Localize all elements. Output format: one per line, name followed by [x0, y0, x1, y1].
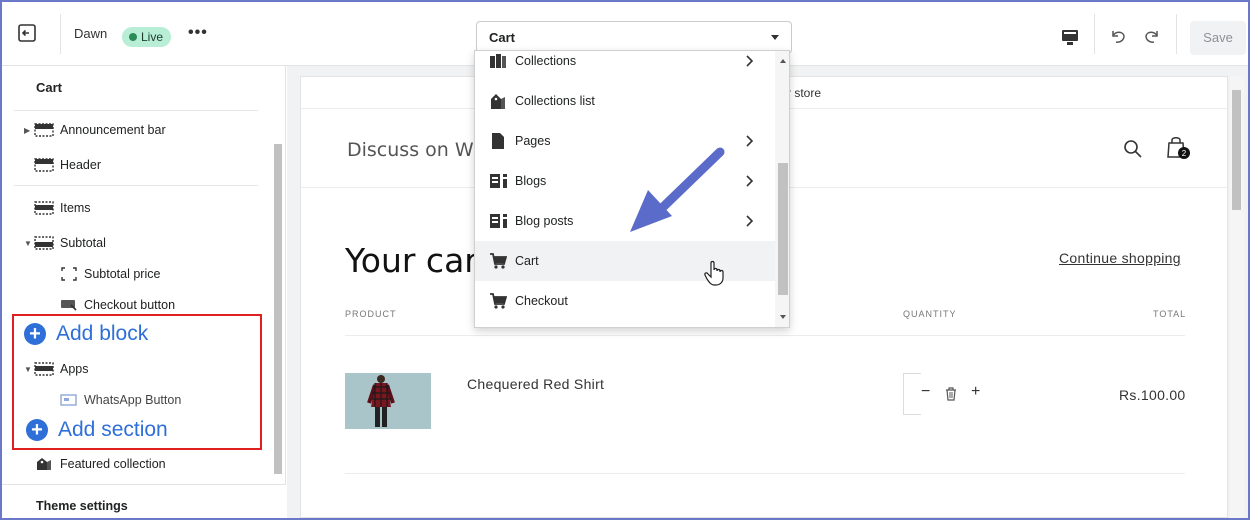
- sidebar-item-items[interactable]: Items: [24, 197, 91, 219]
- scrollbar-thumb[interactable]: [274, 144, 282, 474]
- collection-icon: [491, 94, 505, 109]
- column-header-total: TOTAL: [1153, 309, 1187, 319]
- redo-icon[interactable]: [1142, 26, 1162, 46]
- annotation-arrow-icon: [630, 147, 725, 232]
- button-icon: [61, 300, 77, 311]
- sidebar-item-label: Subtotal: [60, 236, 106, 250]
- sidebar-item-label: Checkout button: [84, 298, 176, 312]
- section-icon: [34, 201, 54, 215]
- divider: [345, 335, 1185, 336]
- dropdown-item-collections[interactable]: Collections: [475, 51, 775, 81]
- dropdown-item-cart[interactable]: Cart: [475, 241, 775, 281]
- scroll-up-icon[interactable]: [780, 59, 786, 63]
- blog-icon: [490, 174, 507, 188]
- live-dot-icon: [129, 33, 137, 41]
- sidebar-item-checkout-button[interactable]: Checkout button: [60, 294, 175, 316]
- divider: [1094, 14, 1095, 54]
- divider: [60, 14, 61, 54]
- search-icon[interactable]: [1123, 139, 1143, 159]
- theme-name: Dawn: [74, 26, 108, 41]
- cart-icon: [490, 293, 507, 309]
- sidebar-item-header[interactable]: Header: [24, 154, 101, 176]
- chevron-right-icon: [746, 55, 754, 67]
- chevron-right-icon: [746, 135, 754, 147]
- sidebar-item-label: Header: [60, 158, 101, 172]
- product-image[interactable]: [345, 373, 431, 429]
- continue-shopping-link[interactable]: Continue shopping: [1059, 250, 1181, 266]
- status-badge-label: Live: [141, 30, 164, 44]
- chevron-right-icon: [746, 175, 754, 187]
- undo-icon[interactable]: [1108, 26, 1128, 46]
- line-item-total: Rs.100.00: [1119, 387, 1186, 403]
- preview-scrollbar[interactable]: [1230, 76, 1244, 518]
- dropdown-item-collections-list[interactable]: Collections list: [475, 81, 775, 121]
- scrollbar-thumb[interactable]: [1232, 90, 1241, 210]
- column-header-product: PRODUCT: [345, 309, 397, 319]
- header-icon: [34, 158, 54, 172]
- sidebar-item-label: Subtotal price: [84, 267, 161, 281]
- chevron-right-icon: [746, 215, 754, 227]
- page-selector-value: Cart: [489, 30, 516, 45]
- collection-icon: [37, 458, 51, 470]
- collections-icon: [490, 54, 506, 68]
- divider: [14, 110, 258, 111]
- sidebar-item-subtotal-price[interactable]: Subtotal price: [60, 263, 160, 285]
- scrollbar-thumb[interactable]: [778, 163, 788, 295]
- sidebar-title: Cart: [36, 80, 63, 95]
- theme-settings-button[interactable]: Theme settings: [2, 484, 286, 518]
- dropdown-item-label: Collections: [515, 54, 577, 68]
- cart-bag-icon[interactable]: 2: [1165, 135, 1191, 161]
- divider: [1176, 14, 1177, 54]
- dropdown-item-label: Cart: [515, 254, 539, 268]
- divider: [14, 185, 258, 186]
- desktop-preview-icon[interactable]: [1060, 28, 1080, 48]
- scroll-down-icon[interactable]: [780, 315, 786, 319]
- sidebar-item-label: Announcement bar: [60, 123, 166, 137]
- hand-cursor-icon: [704, 260, 724, 286]
- dropdown-item-label: Pages: [515, 134, 551, 148]
- store-name[interactable]: Discuss on Wl: [347, 139, 479, 161]
- save-button[interactable]: Save: [1190, 21, 1246, 55]
- exit-icon[interactable]: [16, 22, 38, 44]
- caret-right-icon[interactable]: ▶: [24, 126, 34, 135]
- highlight-box: [12, 314, 262, 450]
- section-icon: [34, 123, 54, 137]
- column-header-quantity: QUANTITY: [903, 309, 957, 319]
- page-icon: [492, 133, 504, 149]
- dropdown-item-label: Blog posts: [515, 214, 574, 228]
- dropdown-scrollbar[interactable]: [775, 51, 789, 327]
- blog-icon: [490, 214, 507, 228]
- decrease-quantity-button[interactable]: −: [921, 383, 930, 401]
- announcement-text: r store: [787, 86, 822, 100]
- quantity-stepper[interactable]: [903, 373, 921, 415]
- dropdown-item-label: Checkout: [515, 294, 568, 308]
- sidebar-item-label: Items: [60, 201, 91, 215]
- trash-icon[interactable]: [945, 387, 957, 401]
- sidebar-item-label: Featured collection: [60, 457, 166, 471]
- sidebar-scrollbar[interactable]: [273, 134, 283, 520]
- sidebar-item-subtotal[interactable]: ▼ Subtotal: [24, 232, 106, 254]
- more-actions-button[interactable]: •••: [188, 24, 208, 42]
- dropdown-item-label: Blogs: [515, 174, 547, 188]
- sidebar-item-announcement-bar[interactable]: ▶ Announcement bar: [24, 119, 166, 141]
- sections-sidebar: Cart ▶ Announcement bar Header Items ▼ S…: [2, 66, 286, 518]
- status-badge: Live: [122, 27, 172, 47]
- dropdown-item-checkout[interactable]: Checkout: [475, 281, 775, 321]
- divider: [345, 473, 1185, 474]
- product-photo: [345, 373, 431, 429]
- sidebar-item-featured-collection[interactable]: Featured collection: [24, 453, 166, 475]
- cart-icon: [490, 253, 507, 269]
- dropdown-item-label: Collections list: [515, 94, 595, 108]
- theme-settings-label: Theme settings: [36, 499, 128, 513]
- bracket-icon: [61, 267, 77, 281]
- increase-quantity-button[interactable]: +: [971, 383, 980, 401]
- chevron-down-icon: [771, 35, 779, 40]
- section-icon: [34, 236, 54, 250]
- cart-count-badge: 2: [1182, 149, 1187, 158]
- product-name[interactable]: Chequered Red Shirt: [467, 376, 604, 392]
- caret-down-icon[interactable]: ▼: [24, 239, 34, 248]
- cart-title: Your car: [345, 241, 478, 280]
